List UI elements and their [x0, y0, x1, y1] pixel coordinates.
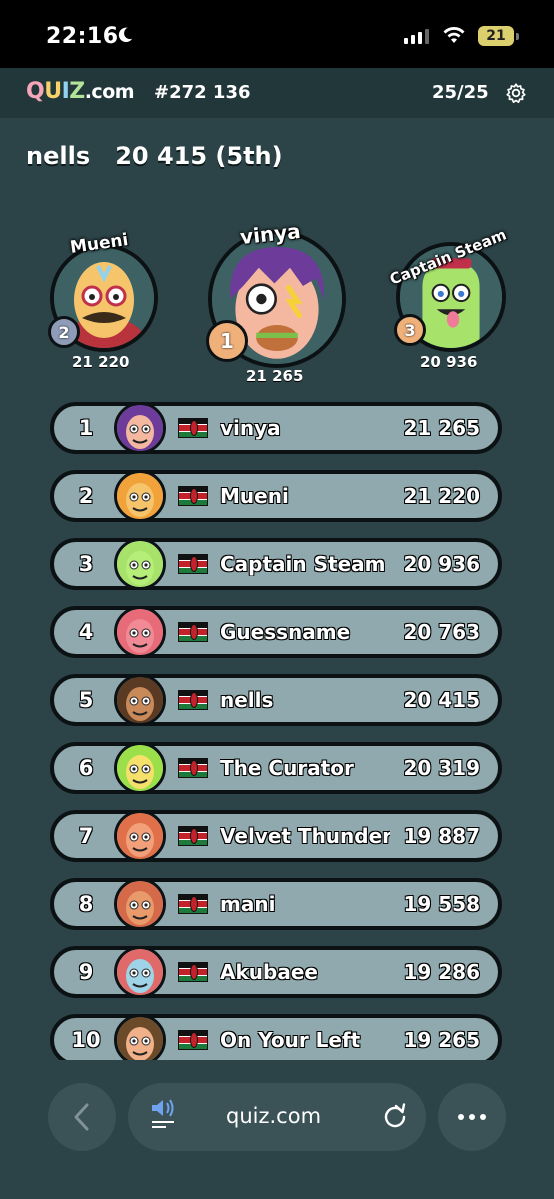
kenya-flag-icon [178, 758, 208, 778]
leaderboard-row[interactable]: 4 Guessname 20 763 [50, 606, 502, 658]
medal-second: 2 [48, 316, 80, 348]
row-player-name: Velvet Thunder [220, 824, 390, 848]
row-player-name: Mueni [220, 484, 289, 508]
leaderboard-row[interactable]: 7 Velvet Thunder 19 887 [50, 810, 502, 862]
game-id: #272 136 [154, 82, 251, 103]
url-text: quiz.com [226, 1104, 322, 1128]
dot-icon [458, 1114, 464, 1120]
row-player-score: 21 220 [403, 484, 480, 508]
medal-third: 3 [394, 314, 426, 346]
player-name: nells [26, 142, 91, 170]
player-avatar-icon[interactable] [114, 674, 166, 726]
leaderboard-row[interactable]: 8 mani 19 558 [50, 878, 502, 930]
row-player-name: nells [220, 688, 274, 712]
medal-first: 1 [206, 320, 248, 362]
row-rank: 6 [78, 756, 94, 780]
reload-icon[interactable] [382, 1103, 408, 1129]
row-player-name: vinya [220, 416, 281, 440]
kenya-flag-icon [178, 690, 208, 710]
quiz-logo[interactable]: QUIZ.com [26, 79, 135, 104]
kenya-flag-icon [178, 622, 208, 642]
row-rank: 2 [78, 484, 94, 508]
leaderboard-row[interactable]: 10 On Your Left 19 265 [50, 1014, 502, 1060]
kenya-flag-icon [178, 486, 208, 506]
moon-icon [118, 27, 133, 43]
kenya-flag-icon [178, 894, 208, 914]
row-rank: 5 [78, 688, 94, 712]
row-player-name: Akubaee [220, 960, 318, 984]
kenya-flag-icon [178, 1030, 208, 1050]
cellular-signal-icon [404, 28, 429, 44]
address-bar[interactable]: quiz.com [128, 1083, 426, 1151]
player-summary: nells 20 415 (5th) [26, 142, 283, 170]
leaderboard-list[interactable]: 1 vinya 21 265 2 Mueni 21 220 3 Captain Steam 20… [50, 402, 502, 1060]
row-player-score: 19 558 [403, 892, 480, 916]
player-avatar-icon[interactable] [114, 878, 166, 930]
wifi-icon [443, 27, 465, 43]
row-player-name: On Your Left [220, 1028, 361, 1052]
more-options-button[interactable] [438, 1083, 506, 1151]
leaderboard-row[interactable]: 5 nells 20 415 [50, 674, 502, 726]
player-avatar-icon[interactable] [114, 742, 166, 794]
row-player-score: 20 936 [403, 552, 480, 576]
player-avatar-icon[interactable] [114, 946, 166, 998]
player-avatar-icon[interactable] [114, 470, 166, 522]
player-placement: (5th) [215, 142, 283, 170]
player-avatar-icon[interactable] [114, 1014, 166, 1060]
row-player-score: 21 265 [403, 416, 480, 440]
kenya-flag-icon [178, 554, 208, 574]
row-player-score: 19 265 [403, 1028, 480, 1052]
leaderboard-row[interactable]: 1 vinya 21 265 [50, 402, 502, 454]
kenya-flag-icon [178, 418, 208, 438]
kenya-flag-icon [178, 826, 208, 846]
leaderboard-row[interactable]: 6 The Curator 20 319 [50, 742, 502, 794]
app-header: QUIZ.com #272 136 25/25 [0, 68, 554, 118]
battery-indicator: 21 [478, 26, 519, 46]
row-rank: 1 [78, 416, 94, 440]
row-rank: 10 [71, 1028, 101, 1052]
row-player-name: mani [220, 892, 276, 916]
podium-score-first: 21 265 [246, 367, 304, 385]
row-player-score: 19 887 [403, 824, 480, 848]
chevron-left-icon [74, 1103, 89, 1131]
gear-icon[interactable] [506, 83, 526, 103]
row-rank: 4 [78, 620, 94, 644]
dot-icon [469, 1114, 475, 1120]
leaderboard-row[interactable]: 2 Mueni 21 220 [50, 470, 502, 522]
row-player-score: 20 415 [403, 688, 480, 712]
clock: 22:16 [46, 24, 119, 49]
status-bar: 22:16 21 [0, 0, 554, 68]
row-player-name: Guessname [220, 620, 351, 644]
row-rank: 9 [78, 960, 94, 984]
row-player-name: The Curator [220, 756, 354, 780]
podium-score-second: 21 220 [72, 353, 130, 371]
row-player-score: 20 319 [403, 756, 480, 780]
player-avatar-icon[interactable] [114, 606, 166, 658]
row-player-name: Captain Steam [220, 552, 386, 576]
leaderboard-row[interactable]: 9 Akubaee 19 286 [50, 946, 502, 998]
leaderboard-row[interactable]: 3 Captain Steam 20 936 [50, 538, 502, 590]
player-avatar-icon[interactable] [114, 810, 166, 862]
player-score: 20 415 [115, 142, 208, 170]
dot-icon [480, 1114, 486, 1120]
row-rank: 3 [78, 552, 94, 576]
kenya-flag-icon [178, 962, 208, 982]
back-button[interactable] [48, 1083, 116, 1151]
row-rank: 7 [78, 824, 94, 848]
row-player-score: 19 286 [403, 960, 480, 984]
row-player-score: 20 763 [403, 620, 480, 644]
question-progress: 25/25 [432, 82, 489, 103]
speaker-icon[interactable] [150, 1097, 176, 1131]
row-rank: 8 [78, 892, 94, 916]
player-avatar-icon[interactable] [114, 538, 166, 590]
player-avatar-icon[interactable] [114, 402, 166, 454]
podium-score-third: 20 936 [420, 353, 478, 371]
browser-toolbar: quiz.com [0, 1064, 554, 1199]
